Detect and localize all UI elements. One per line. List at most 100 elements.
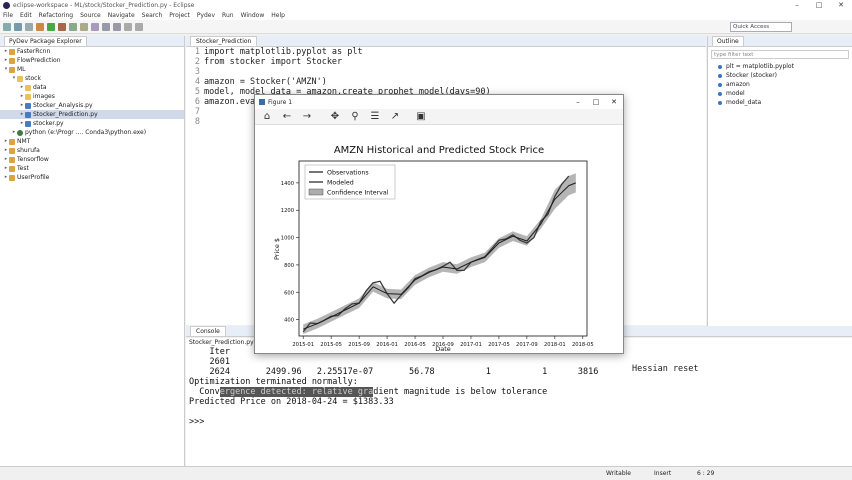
outline-item[interactable]: model (708, 89, 852, 98)
search-icon[interactable] (91, 22, 99, 31)
new-project-icon[interactable] (69, 22, 77, 31)
tree-item[interactable]: ▸ Stocker_Analysis.py (0, 101, 184, 110)
tree-item[interactable]: ▸ data (0, 83, 184, 92)
menu-help[interactable]: Help (271, 12, 285, 19)
debug-icon[interactable] (36, 22, 44, 31)
x-axis-label: Date (435, 345, 451, 353)
tree-item[interactable]: ▸ shurufa (0, 146, 184, 155)
save-icon[interactable] (14, 22, 22, 31)
previous-annotation-icon[interactable] (113, 22, 121, 31)
tree-item[interactable]: ▸ python (e:\Progr .... Conda3\python.exe… (0, 128, 184, 137)
forward-nav-icon[interactable] (135, 22, 143, 31)
back-nav-icon[interactable] (124, 22, 132, 31)
tab-stocker-prediction[interactable]: Stocker_Prediction (190, 36, 258, 46)
menu-window[interactable]: Window (241, 12, 265, 19)
menu-project[interactable]: Project (169, 12, 190, 19)
next-annotation-icon[interactable] (102, 22, 110, 31)
console-line: Optimization terminated normally: (189, 377, 358, 387)
outline-item-label: amazon (726, 81, 750, 88)
tab-package-explorer[interactable]: PyDev Package Explorer (4, 36, 87, 46)
code-line: 3 (186, 67, 706, 77)
tree-item[interactable]: ▸ FlowPrediction (0, 56, 184, 65)
editor-tab-bar: Stocker_Prediction (186, 36, 706, 47)
home-icon[interactable]: ⌂ (261, 111, 273, 123)
zoom-icon[interactable]: ⚲ (349, 111, 361, 123)
minimize-button[interactable]: – (786, 0, 808, 10)
back-icon[interactable]: ← (281, 111, 293, 123)
tree-item-label: images (33, 93, 55, 100)
maximize-button[interactable]: □ (808, 0, 830, 10)
line-number: 5 (194, 87, 200, 97)
outline-item-label: model (726, 90, 745, 97)
tree-item[interactable]: ▸ images (0, 92, 184, 101)
console-output[interactable]: Iter 2601 2624 2499.96 2.25517e-07 56.78… (186, 347, 852, 466)
folder-icon (17, 75, 23, 82)
tree-item[interactable]: ▸ Tensorflow (0, 155, 184, 164)
edit-axis-icon[interactable]: ↗ (389, 111, 401, 123)
figure-minimize-button[interactable]: – (569, 95, 587, 109)
console-lines: Iter 2601 2624 2499.96 2.25517e-07 56.78… (186, 347, 852, 427)
price-chart[interactable]: AMZN Historical and Predicted Stock Pric… (255, 125, 623, 353)
line-number: 4 (194, 77, 200, 87)
tree-item[interactable]: ▸ stocker.py (0, 119, 184, 128)
tree-item-label: Stocker_Analysis.py (33, 102, 93, 109)
selected-text: ergence detected: relative gra (219, 387, 374, 397)
outline-item[interactable]: amazon (708, 80, 852, 89)
project-icon (9, 57, 15, 64)
tree-item[interactable]: ▾ stock (0, 74, 184, 83)
menu-run[interactable]: Run (222, 12, 234, 19)
outline-item-label: model_data (726, 99, 762, 106)
tree-item[interactable]: ▸ NMT (0, 137, 184, 146)
x-tick-label: 2017-01 (460, 342, 482, 348)
console-line: >>> (189, 417, 205, 427)
main-toolbar: Quick Access (0, 20, 852, 34)
external-tools-icon[interactable] (58, 22, 66, 31)
close-button[interactable]: ✕ (830, 0, 852, 10)
folder-icon (25, 84, 31, 91)
x-tick-label: 2018-01 (544, 342, 566, 348)
chart-title: AMZN Historical and Predicted Stock Pric… (334, 145, 544, 156)
pan-icon[interactable]: ✥ (329, 111, 341, 123)
menu-source[interactable]: Source (80, 12, 101, 19)
outline-item-label: plt = matplotlib.pyplot (726, 63, 794, 70)
menu-search[interactable]: Search (142, 12, 163, 19)
outline-item[interactable]: plt = matplotlib.pyplot (708, 62, 852, 71)
code-text: import matplotlib.pyplot as plt (204, 47, 363, 57)
outline-filter-input[interactable]: type filter text (711, 50, 849, 59)
print-icon[interactable] (25, 22, 33, 31)
figure-toolbar: ⌂ ← → ✥ ⚲ ☰ ↗ ▣ (255, 109, 623, 125)
tree-item[interactable]: ▾ ML (0, 65, 184, 74)
figure-title-bar: Figure 1 – □ ✕ (255, 95, 623, 109)
configure-icon[interactable]: ☰ (369, 111, 381, 123)
tree-item[interactable]: ▸ Stocker_Prediction.py (0, 110, 184, 119)
forward-icon[interactable]: → (301, 111, 313, 123)
new-icon[interactable] (3, 22, 11, 31)
figure-window[interactable]: Figure 1 – □ ✕ ⌂ ← → ✥ ⚲ ☰ ↗ ▣ AMZN Hist… (254, 94, 624, 354)
tab-console[interactable]: Console (190, 326, 226, 336)
tab-outline[interactable]: Outline (712, 36, 744, 46)
menu-edit[interactable]: Edit (20, 12, 32, 19)
outline-item[interactable]: model_data (708, 98, 852, 107)
figure-close-button[interactable]: ✕ (605, 95, 623, 109)
menu-file[interactable]: File (3, 12, 13, 19)
menu-refactoring[interactable]: Refactoring (39, 12, 73, 19)
x-tick-label: 2016-01 (376, 342, 398, 348)
tree-item[interactable]: ▸ Test (0, 164, 184, 173)
menu-pydev[interactable]: Pydev (197, 12, 215, 19)
tree-item-label: stocker.py (33, 120, 64, 127)
open-type-icon[interactable] (80, 22, 88, 31)
tree-item[interactable]: ▸ FasterRcnn (0, 47, 184, 56)
y-tick-label: 400 (284, 318, 294, 324)
run-icon[interactable] (47, 22, 55, 31)
line-number: 6 (194, 97, 200, 107)
outline-item[interactable]: Stocker (stocker) (708, 71, 852, 80)
tree-item-label: Test (17, 165, 29, 172)
menu-navigate[interactable]: Navigate (108, 12, 135, 19)
figure-window-controls: – □ ✕ (569, 95, 623, 109)
figure-maximize-button[interactable]: □ (587, 95, 605, 109)
y-tick-label: 1400 (281, 181, 294, 187)
save-figure-icon[interactable]: ▣ (415, 111, 427, 123)
window-controls: – □ ✕ (786, 0, 852, 10)
quick-access-input[interactable]: Quick Access (730, 22, 792, 32)
tree-item[interactable]: ▸ UserProfile (0, 173, 184, 182)
